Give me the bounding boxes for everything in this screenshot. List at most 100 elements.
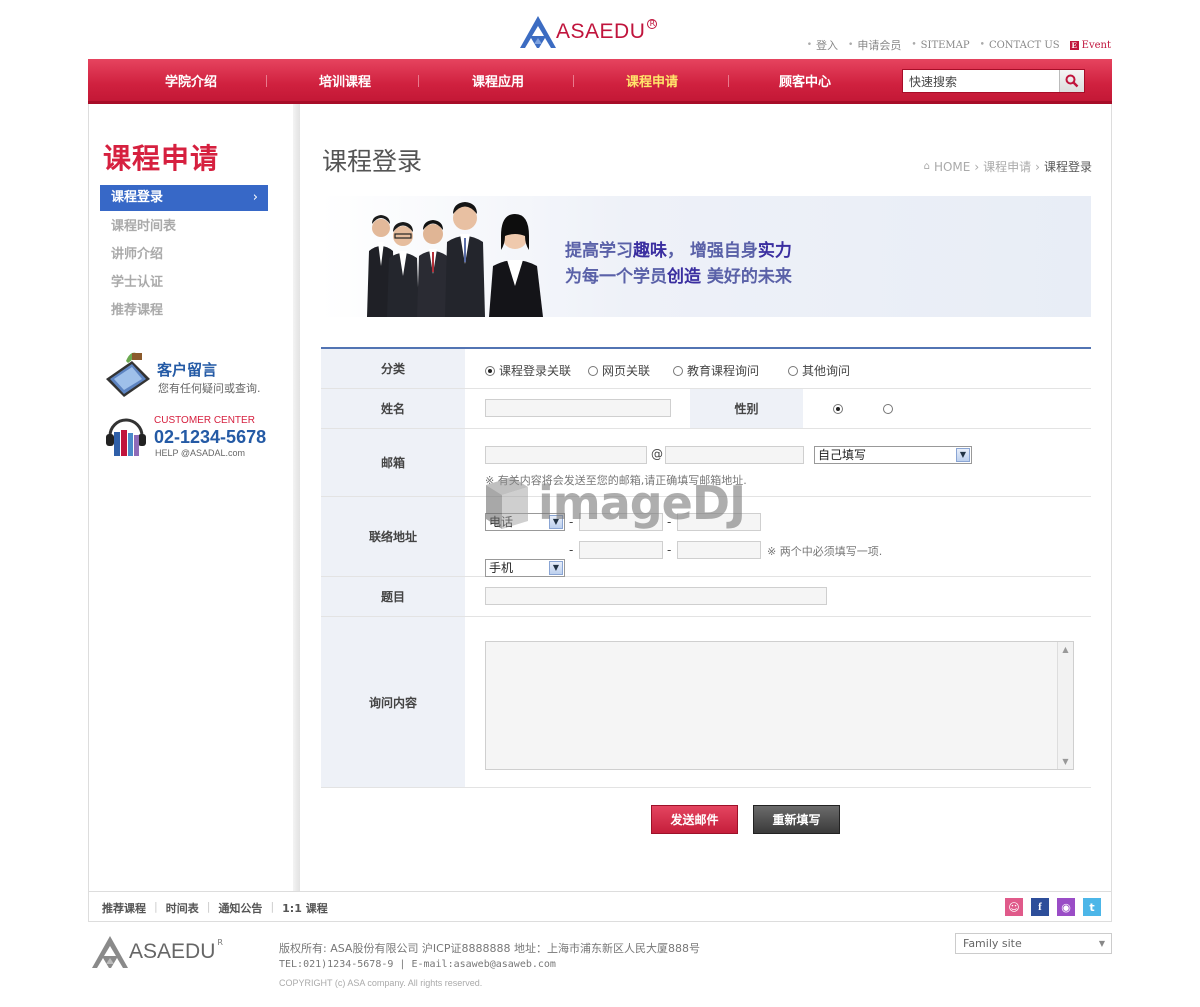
category-radio-group: 课程登录关联 网页关联 教育课程询问 其他询问 xyxy=(485,362,850,379)
email-user-input[interactable] xyxy=(485,446,647,464)
footer-link-one-on-one[interactable]: 1:1 课程 xyxy=(282,900,328,916)
nav-divider xyxy=(728,75,729,87)
textarea-scrollbar[interactable]: ▲ ▼ xyxy=(1057,642,1073,769)
chevron-down-icon: ▼ xyxy=(549,515,563,529)
register-link[interactable]: • 申请会员 xyxy=(848,37,901,53)
search-button[interactable] xyxy=(1059,70,1084,92)
email-domain-input[interactable] xyxy=(665,446,804,464)
footer-link-notice[interactable]: 通知公告 xyxy=(218,900,262,916)
nav-divider xyxy=(418,75,419,87)
radio-checked-icon xyxy=(485,365,495,376)
twitter-icon[interactable]: t xyxy=(1083,898,1101,916)
search-input[interactable] xyxy=(903,70,1059,92)
chat-icon[interactable]: ◉ xyxy=(1057,898,1075,916)
nav-item-apply[interactable]: 课程申请 xyxy=(592,71,712,90)
footer-bar: 推荐课程 | 时间表 | 通知公告 | 1:1 课程 ☺ f ◉ t xyxy=(88,891,1112,922)
promo-banner: 提高学习趣味， 增强自身实力 为每一个学员创造 美好的未来 xyxy=(321,196,1091,317)
page-title: 课程登录 xyxy=(322,147,423,176)
phone-type-select[interactable]: 电话 ▼ xyxy=(485,513,565,531)
form-row-subject: 题目 xyxy=(321,577,1091,617)
family-site-select[interactable]: Family site ▼ xyxy=(955,933,1112,954)
footer-logo: ASAEDU R xyxy=(90,934,223,970)
breadcrumb-home[interactable]: HOME xyxy=(934,160,970,174)
mobile-part3-input[interactable] xyxy=(677,541,761,559)
gender-radio-male[interactable] xyxy=(833,404,843,414)
phone-part3-input[interactable] xyxy=(677,513,761,531)
site-logo[interactable]: ASAEDU R xyxy=(518,12,658,52)
nav-item-courses[interactable]: 培训课程 xyxy=(285,71,405,90)
breadcrumb-separator-icon: › xyxy=(974,159,980,174)
frame-border-right xyxy=(1111,104,1112,891)
chevron-down-icon: ▼ xyxy=(549,561,563,575)
sidebar-item-recommended[interactable]: 推荐课程 xyxy=(100,297,268,325)
customer-message-banner[interactable]: 客户留言 您有任何疑问或查询. xyxy=(102,349,292,404)
radio-icon xyxy=(588,365,598,376)
content-label: 询问内容 xyxy=(321,617,465,787)
breadcrumb-section[interactable]: 课程申请 xyxy=(983,158,1031,175)
name-input[interactable] xyxy=(485,399,671,417)
facebook-icon[interactable]: f xyxy=(1031,898,1049,916)
footer-links: 推荐课程 | 时间表 | 通知公告 | 1:1 课程 xyxy=(102,900,328,916)
sidebar-item-instructors[interactable]: 讲师介绍 xyxy=(100,241,268,269)
sidebar-item-schedule[interactable]: 课程时间表 xyxy=(100,213,268,241)
form-row-content: 询问内容 ▲ ▼ xyxy=(321,617,1091,788)
nav-divider xyxy=(266,75,267,87)
email-domain-select[interactable]: 自己填写 ▼ xyxy=(814,446,972,464)
customer-center-info: CUSTOMER CENTER 02-1234-5678 HELP @ASADA… xyxy=(104,412,294,462)
contact-label: 联络地址 xyxy=(321,497,465,576)
content-textarea[interactable]: ▲ ▼ xyxy=(485,641,1074,770)
quick-search xyxy=(902,69,1085,93)
nav-item-about[interactable]: 学院介绍 xyxy=(131,71,251,90)
nav-item-customer[interactable]: 顾客中心 xyxy=(745,71,865,90)
frame-border-left xyxy=(88,104,89,891)
footer-link-schedule[interactable]: 时间表 xyxy=(166,900,199,916)
category-option-web[interactable]: 网页关联 xyxy=(588,362,673,379)
registered-mark: R xyxy=(647,19,658,29)
search-icon xyxy=(1065,74,1079,88)
chevron-right-icon: › xyxy=(252,190,258,205)
weibo-icon[interactable]: ☺ xyxy=(1005,898,1023,916)
sidebar-item-course-login[interactable]: 课程登录 › xyxy=(100,185,268,211)
subject-input[interactable] xyxy=(485,587,827,605)
mobile-part2-input[interactable] xyxy=(579,541,663,559)
phone-part2-input[interactable] xyxy=(579,513,663,531)
reset-button[interactable]: 重新填写 xyxy=(753,805,840,834)
footer-link-recommended[interactable]: 推荐课程 xyxy=(102,900,146,916)
login-link[interactable]: • 登入 xyxy=(807,37,838,53)
contact-link[interactable]: • CONTACT US xyxy=(980,37,1060,53)
scroll-down-icon[interactable]: ▼ xyxy=(1058,754,1073,769)
radio-icon xyxy=(788,365,798,376)
contact-note: ※ 两个中必须填写一项. xyxy=(767,545,883,558)
sidebar-divider xyxy=(293,104,300,891)
banner-line-2: 为每一个学员创造 美好的未来 xyxy=(565,267,792,287)
gender-radio-female[interactable] xyxy=(883,404,893,414)
company-info: 版权所有: ASA股份有限公司 沪ICP证8888888 地址：上海市浦东新区人… xyxy=(279,942,700,955)
sidebar-menu: 课程登录 › 课程时间表 讲师介绍 学士认证 推荐课程 xyxy=(100,185,268,325)
sitemap-link[interactable]: • SITEMAP xyxy=(911,37,969,53)
breadcrumb: ⌂ HOME › 课程申请 › 课程登录 xyxy=(924,158,1092,175)
copyright-block: 版权所有: ASA股份有限公司 沪ICP证8888888 地址：上海市浦东新区人… xyxy=(279,941,700,991)
logo-triangle-icon xyxy=(92,936,128,968)
copyright-text: COPYRIGHT (c) ASA company. All rights re… xyxy=(279,978,483,988)
radio-icon xyxy=(673,365,683,376)
scroll-up-icon[interactable]: ▲ xyxy=(1058,642,1073,657)
social-links: ☺ f ◉ t xyxy=(1005,898,1101,916)
tablet-icon xyxy=(106,352,150,397)
logo-text: ASAEDU xyxy=(556,20,646,43)
email-at-sign: @ xyxy=(651,447,663,461)
mobile-type-select[interactable]: 手机 ▼ xyxy=(485,559,565,577)
home-icon: ⌂ xyxy=(923,161,930,172)
dash: - xyxy=(667,515,672,529)
nav-item-application[interactable]: 课程应用 xyxy=(438,71,558,90)
category-option-other[interactable]: 其他询问 xyxy=(788,362,850,379)
event-link[interactable]: E Event xyxy=(1069,37,1111,53)
message-title: 客户留言 xyxy=(157,361,218,379)
category-option-course[interactable]: 课程登录关联 xyxy=(485,362,588,379)
dash: - xyxy=(569,543,574,557)
sidebar-item-certification[interactable]: 学士认证 xyxy=(100,269,268,297)
send-mail-button[interactable]: 发送邮件 xyxy=(651,805,738,834)
name-label: 姓名 xyxy=(321,389,465,428)
message-subtitle: 您有任何疑问或查询. xyxy=(158,382,261,395)
customer-center-phone: 02-1234-5678 xyxy=(154,427,267,447)
category-option-education[interactable]: 教育课程询问 xyxy=(673,362,788,379)
